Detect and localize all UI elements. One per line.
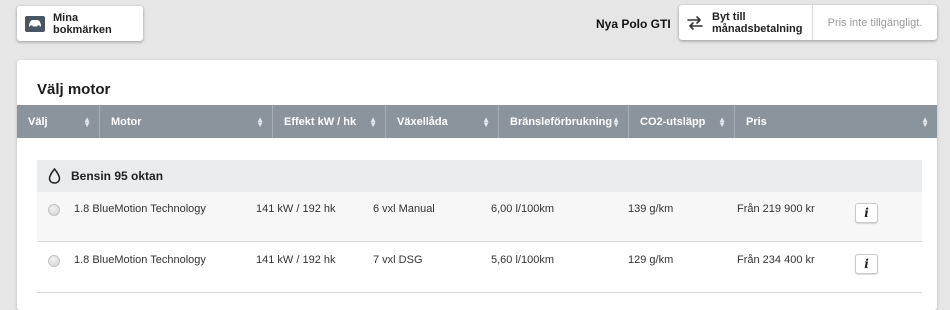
column-header-power[interactable]: Effekt kW / hk ▲ ▼ [273,105,386,138]
engine-price: Från 234 400 kr [737,254,815,266]
column-header-price[interactable]: Pris ▲ ▼ [735,105,937,138]
table-row[interactable]: 1.8 BlueMotion Technology 141 kW / 192 h… [37,243,922,293]
column-label: Växellåda [397,115,448,128]
model-name: Nya Polo GTI [596,17,671,31]
column-label: Motor [111,115,142,128]
column-header-gearbox[interactable]: Växellåda ▲ ▼ [386,105,499,138]
column-header-engine[interactable]: Motor ▲ ▼ [100,105,273,138]
car-icon [25,15,45,32]
sort-icon: ▲ ▼ [369,114,377,129]
engine-co2: 129 g/km [628,254,674,266]
engine-gearbox: 7 vxl DSG [373,254,423,266]
payment-box: Byt till månadsbetalning Pris inte tillg… [679,5,937,40]
column-header-select[interactable]: Välj ▲ ▼ [17,105,100,138]
price-unavailable-text: Pris inte tillgängligt. [827,16,923,29]
switch-to-monthly-label: Byt till månadsbetalning [712,10,803,35]
engine-consumption: 5,60 l/100km [491,254,554,266]
engine-name: 1.8 BlueMotion Technology [74,203,206,215]
info-button[interactable]: i [855,203,878,223]
sort-icon: ▲ ▼ [482,114,490,129]
engine-radio-button[interactable] [48,255,60,267]
column-label: CO2-utsläpp [640,115,706,128]
column-label: Välj [28,115,48,128]
column-label: Pris [746,115,767,128]
table-row[interactable]: 1.8 BlueMotion Technology 141 kW / 192 h… [37,192,922,242]
switch-to-monthly-button[interactable]: Byt till månadsbetalning [679,5,813,40]
engine-price: Från 219 900 kr [737,203,815,215]
sort-icon: ▲ ▼ [256,114,264,129]
sort-icon: ▲ ▼ [718,114,726,129]
swap-arrows-icon [687,15,703,30]
sort-icon: ▲ ▼ [612,114,620,129]
panel-title: Välj motor [37,81,111,98]
table-header: Välj ▲ ▼ Motor ▲ ▼ Effekt kW / hk ▲ ▼ Växel… [17,105,937,138]
column-label: Effekt kW / hk [284,115,357,128]
column-label: Bränsleförbrukning [510,115,613,128]
column-header-co2[interactable]: CO2-utsläpp ▲ ▼ [629,105,735,138]
top-bar: Mina bokmärken Nya Polo GTI Byt till mån… [0,0,950,50]
engine-panel: Välj motor Välj ▲ ▼ Motor ▲ ▼ Effekt kW / … [17,60,937,310]
engine-co2: 139 g/km [628,203,674,215]
engine-power: 141 kW / 192 hk [256,203,336,215]
engine-gearbox: 6 vxl Manual [373,203,435,215]
engine-power: 141 kW / 192 hk [256,254,336,266]
column-header-consumption[interactable]: Bränsleförbrukning ▲ ▼ [499,105,629,138]
engine-name: 1.8 BlueMotion Technology [74,254,206,266]
sort-icon: ▲ ▼ [83,114,91,129]
my-bookmarks-button[interactable]: Mina bokmärken [17,6,143,41]
engine-radio-button[interactable] [48,204,60,216]
sort-icon: ▲ ▼ [921,114,929,129]
info-button[interactable]: i [855,254,878,274]
fuel-group-label: Bensin 95 oktan [71,169,164,183]
fuel-drop-icon [48,168,61,184]
bookmarks-label: Mina bokmärken [53,11,112,36]
engine-consumption: 6,00 l/100km [491,203,554,215]
fuel-group-header: Bensin 95 oktan [37,160,922,192]
